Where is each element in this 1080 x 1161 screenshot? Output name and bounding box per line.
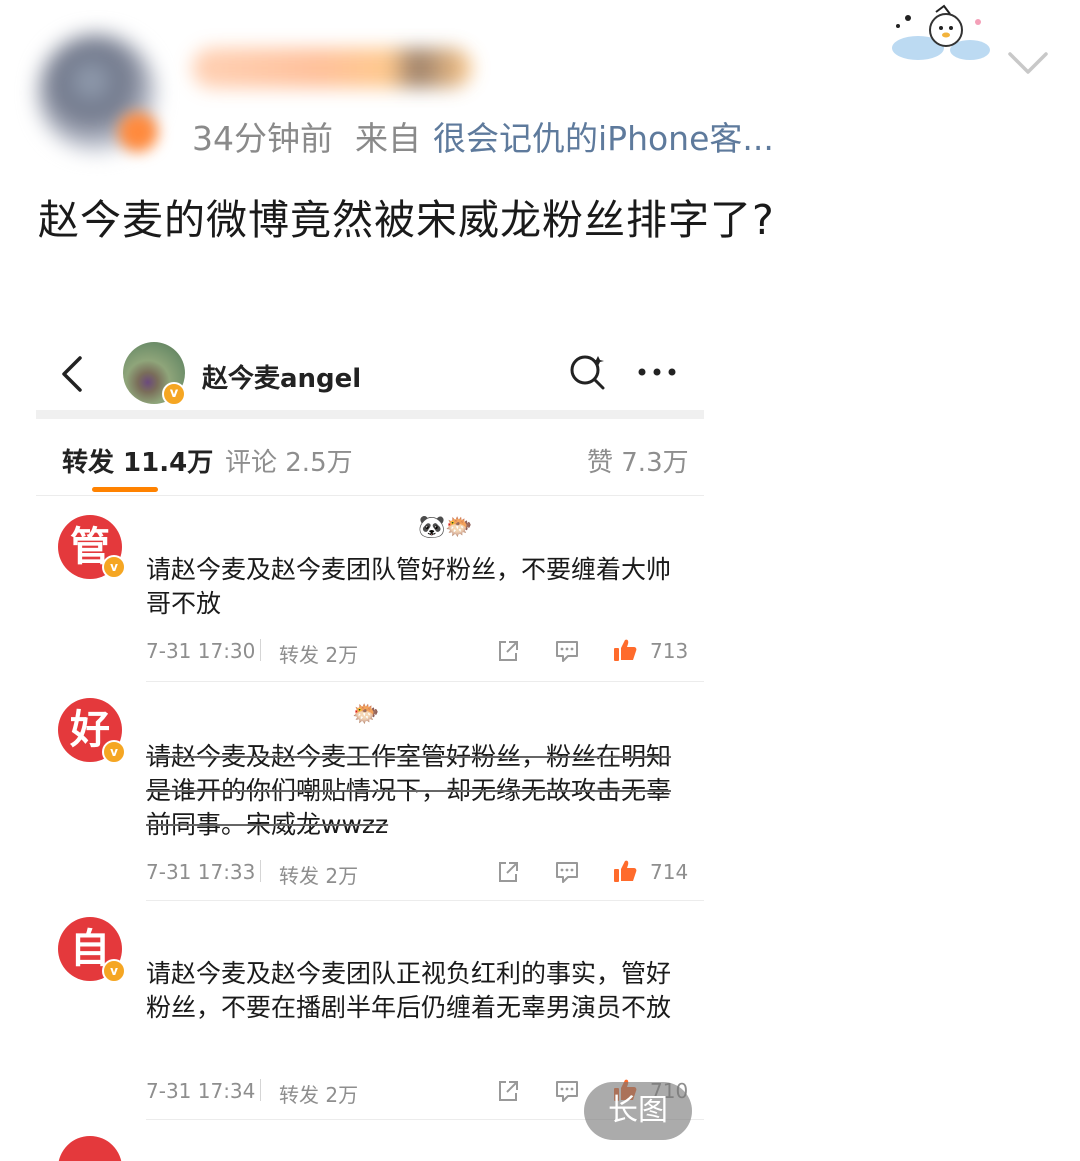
verified-badge: v — [102, 555, 126, 579]
comment-icon[interactable] — [554, 639, 580, 663]
repost-time: 7-31 17:30 — [146, 639, 256, 663]
meta-separator — [260, 1079, 261, 1101]
repost-text: 请赵今麦及赵今麦工作室管好粉丝，粉丝在明知是谁开的你们嘲贴情况下，却无缘无故攻击… — [146, 742, 672, 839]
chevron-down-icon[interactable] — [1006, 50, 1050, 76]
header-divider — [36, 410, 704, 419]
post-from-label: 来自 — [355, 119, 421, 158]
long-image-button[interactable]: 长图 — [584, 1082, 692, 1140]
like-icon[interactable] — [612, 858, 638, 884]
username-emojis: 🐡 — [352, 702, 380, 727]
row-divider — [146, 900, 704, 901]
profile-name[interactable]: 赵今麦angel — [202, 358, 361, 395]
like-count: 714 — [650, 860, 689, 884]
post-source-link[interactable]: 很会记仇的iPhone客... — [433, 119, 774, 158]
meta-separator — [260, 639, 261, 661]
repost-forward-count: 转发 2万 — [279, 643, 359, 667]
repost-avatar-partial[interactable] — [58, 1136, 122, 1161]
repost-forward-count: 转发 2万 — [279, 1083, 359, 1107]
search-icon[interactable] — [568, 352, 608, 392]
verified-badge: v — [102, 959, 126, 983]
meta-separator — [260, 860, 261, 882]
share-icon[interactable] — [496, 639, 520, 663]
repost-time: 7-31 17:34 — [146, 1079, 256, 1103]
verified-badge: v — [102, 740, 126, 764]
like-icon[interactable] — [612, 637, 638, 663]
share-icon[interactable] — [496, 1079, 520, 1103]
post-author-name-blurred[interactable] — [192, 48, 472, 88]
tab-likes[interactable]: 赞 7.3万 — [587, 442, 689, 479]
comment-icon[interactable] — [554, 860, 580, 884]
post-author-badge — [118, 112, 158, 152]
row-divider — [146, 681, 704, 682]
comment-icon[interactable] — [554, 1079, 580, 1103]
verified-badge: v — [162, 382, 186, 406]
post-meta: 34分钟前 来自 很会记仇的iPhone客... — [192, 112, 774, 160]
tab-reposts[interactable]: 转发 11.4万 — [62, 442, 213, 479]
post-time: 34分钟前 — [192, 119, 333, 158]
more-icon[interactable] — [636, 366, 678, 378]
username-emojis: 🐼🐡 — [418, 515, 473, 540]
tab-divider — [36, 495, 704, 496]
like-count: 713 — [650, 639, 689, 663]
repost-forward-count: 转发 2万 — [279, 864, 359, 888]
repost-time: 7-31 17:33 — [146, 860, 256, 884]
post-text: 赵今麦的微博竟然被宋威龙粉丝排字了? — [38, 196, 775, 244]
sticker-icon — [892, 4, 990, 60]
back-icon[interactable] — [58, 354, 84, 394]
share-icon[interactable] — [496, 860, 520, 884]
repost-text: 请赵今麦及赵今麦团队管好粉丝，不要缠着大帅哥不放 — [146, 555, 672, 618]
repost-text: 请赵今麦及赵今麦团队正视负红利的事实，管好粉丝，不要在播剧半年后仍缠着无辜男演员… — [146, 959, 672, 1022]
active-tab-indicator — [92, 487, 158, 492]
tab-comments[interactable]: 评论 2.5万 — [225, 442, 353, 479]
embedded-screenshot[interactable]: v 赵今麦angel 转发 11.4万 评论 2.5万 赞 7.3万 管 v 🐼… — [36, 330, 704, 1161]
